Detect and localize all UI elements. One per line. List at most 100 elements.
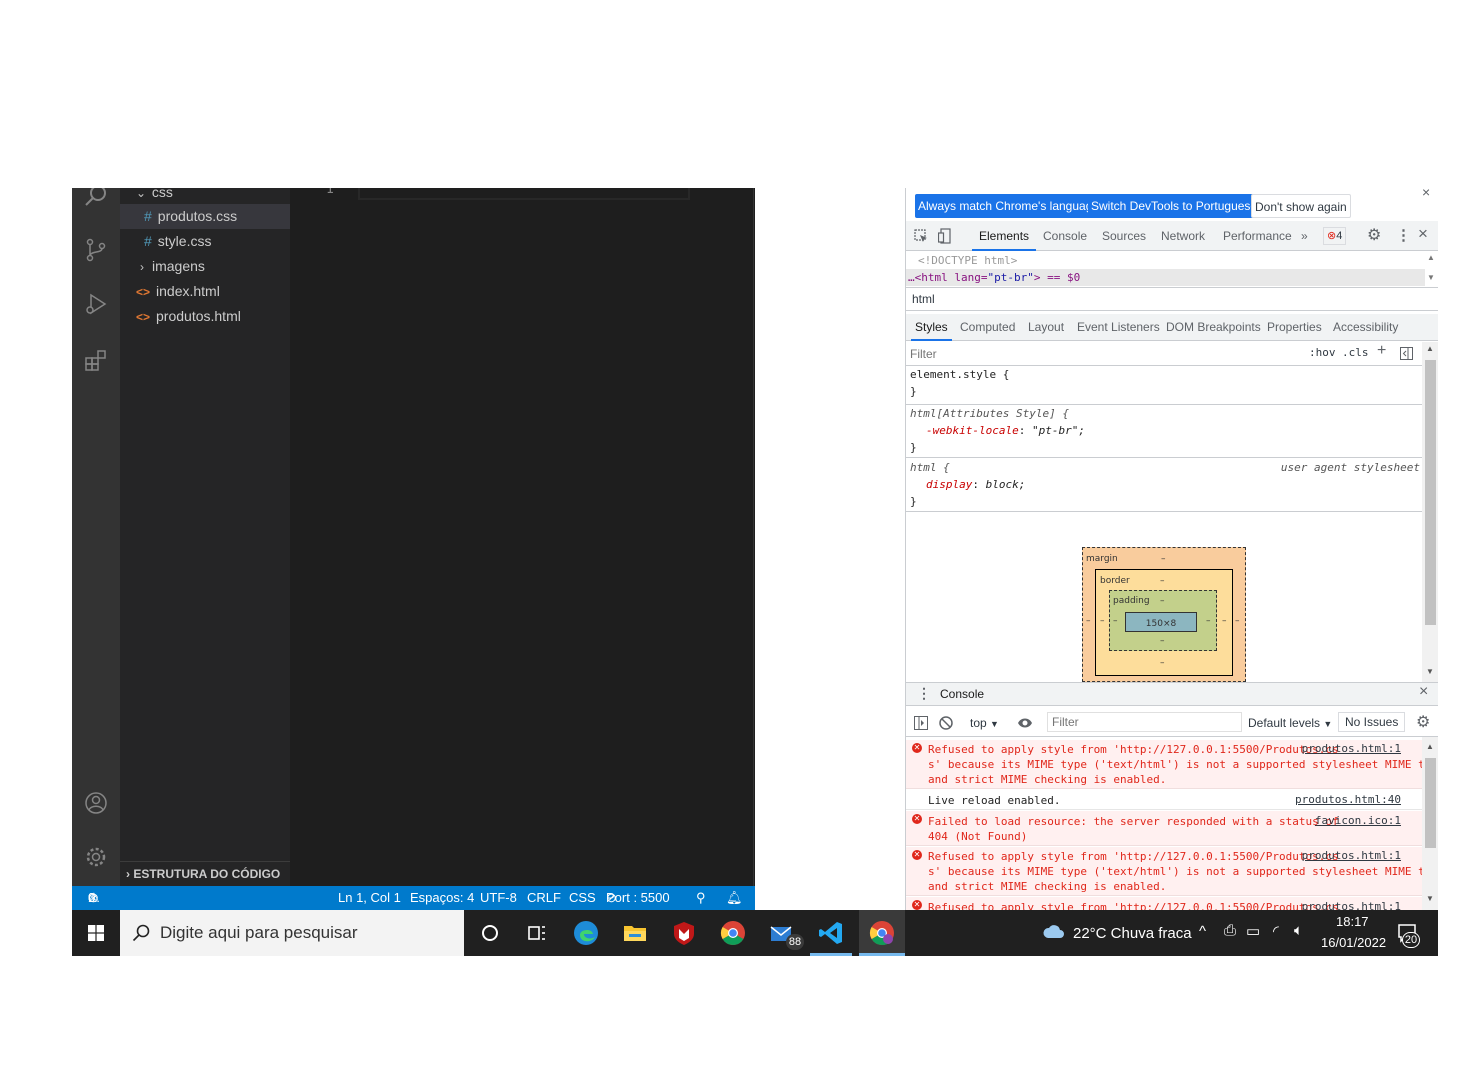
scroll-up-arrow-icon[interactable]: ▲ [1427,253,1435,262]
box-model-content[interactable]: 150×8 [1125,612,1197,632]
device-toolbar-icon[interactable] [938,228,952,244]
rule-attributes-style[interactable]: html[Attributes Style] { -webkit-locale:… [906,405,1422,458]
margin-top-value[interactable]: – [1161,554,1166,564]
css-value[interactable]: "pt-br"; [1032,424,1085,437]
language-mode[interactable]: CSS [569,886,596,910]
border-bottom-value[interactable]: – [1160,658,1165,668]
box-model-margin[interactable]: margin – – – border – – – – padding – – … [1082,547,1246,682]
dont-show-again-button[interactable]: Don't show again [1251,194,1351,218]
clear-console-icon[interactable] [939,716,953,730]
battery-icon[interactable]: ▭ [1246,922,1260,940]
log-levels-dropdown[interactable]: Default levels ▼ [1248,716,1332,730]
scroll-up-arrow-icon[interactable]: ▲ [1426,344,1434,353]
editor-scrollbar[interactable] [753,188,754,886]
console-scrollbar-thumb[interactable] [1425,758,1436,848]
tab-dom-breakpoints[interactable]: DOM Breakpoints [1166,314,1261,341]
folder-imagens[interactable]: › imagens [140,254,205,279]
box-model-padding[interactable]: padding – – – – 150×8 [1109,590,1217,651]
task-view-icon[interactable] [523,919,551,947]
breadcrumb[interactable]: html [906,287,1438,311]
doctype-node[interactable]: <!DOCTYPE html> [918,254,1017,267]
message-source-link[interactable]: produtos.html:40 [1295,793,1401,806]
drawer-menu-kebab-icon[interactable]: ⋮ [917,685,931,702]
clock-date[interactable]: 16/01/2022 [1321,935,1386,950]
box-model-border[interactable]: border – – – – padding – – – – 150×8 [1095,569,1233,676]
taskbar-search-box[interactable]: Digite aqui para pesquisar [120,910,464,956]
editor-area[interactable]: 1 [290,188,755,886]
padding-bottom-value[interactable]: – [1160,636,1165,646]
end-of-line[interactable]: CRLF [527,886,561,910]
tab-properties[interactable]: Properties [1267,314,1322,341]
border-left-value[interactable]: – [1100,616,1105,626]
edge-browser-icon[interactable] [572,919,600,947]
class-toggle[interactable]: .cls [1342,346,1369,359]
tab-elements[interactable]: Elements [972,221,1037,251]
source-control-icon[interactable] [84,238,108,262]
message-source-link[interactable]: produtos.html:1 [1302,900,1401,910]
tab-accessibility[interactable]: Accessibility [1333,314,1398,341]
chrome-browser-icon[interactable] [719,919,747,947]
mcafee-shield-icon[interactable] [670,919,698,947]
toggle-sidebar-icon[interactable] [1400,347,1413,360]
run-debug-icon[interactable] [84,292,108,316]
issues-button[interactable]: No Issues [1338,712,1406,732]
windows-start-icon[interactable] [88,925,104,941]
chrome-devtools-task[interactable] [859,910,905,956]
tab-sources[interactable]: Sources [1102,221,1146,251]
file-produtos-html[interactable]: <> produtos.html [136,304,241,329]
message-source-link[interactable]: favicon.ico:1 [1315,814,1401,827]
border-right-value[interactable]: – [1222,616,1227,626]
console-message-error[interactable]: ✕ Refused to apply style from 'http://12… [906,847,1438,896]
file-index-html[interactable]: <> index.html [136,279,220,304]
rule-html-user-agent[interactable]: html { user agent stylesheet display: bl… [906,459,1422,512]
console-message-log[interactable]: Live reload enabled. produtos.html:40 [906,790,1422,810]
clock-time[interactable]: 18:17 [1336,914,1369,929]
file-produtos-css[interactable]: # produtos.css [120,204,290,229]
console-message-error[interactable]: ✕ Failed to load resource: the server re… [906,811,1422,846]
message-source-link[interactable]: produtos.html:1 [1302,742,1401,755]
cursor-position[interactable]: Ln 1, Col 1 [338,886,401,910]
file-style-css[interactable]: # style.css [144,229,211,254]
error-count-badge[interactable]: ⊗4 [1323,227,1347,245]
show-hidden-icons-chevron-icon[interactable]: ^ [1199,923,1206,940]
switch-to-portuguese-button[interactable]: Switch DevTools to Portuguese [1088,194,1261,218]
volume-icon[interactable]: 🔈︎ [1294,922,1303,939]
console-settings-gear-icon[interactable]: ⚙ [1416,712,1430,732]
search-icon[interactable] [84,188,108,208]
show-sidebar-icon[interactable] [914,716,928,730]
accounts-icon[interactable] [84,791,108,815]
tab-console[interactable]: Console [1043,221,1087,251]
rule-element-style[interactable]: element.style { } [906,366,1422,405]
manage-gear-icon[interactable] [84,845,108,869]
feedback-icon[interactable]: ⚲ [696,886,706,910]
cortana-circle-icon[interactable] [476,919,504,947]
vscode-icon[interactable] [817,919,845,947]
new-rule-plus-icon[interactable]: + [1377,342,1386,360]
close-infobar-icon[interactable]: × [1422,188,1430,200]
encoding[interactable]: UTF-8 [480,886,517,910]
indentation[interactable]: Espaços: 4 [410,886,474,910]
styles-filter-input[interactable] [910,345,1210,363]
tab-layout[interactable]: Layout [1028,314,1064,341]
tab-network[interactable]: Network [1161,221,1205,251]
hover-state-toggle[interactable]: :hov [1309,346,1336,359]
scroll-up-arrow-icon[interactable]: ▲ [1426,742,1434,751]
css-value[interactable]: block; [986,478,1026,491]
console-filter-input[interactable] [1047,712,1242,732]
inspect-element-icon[interactable] [914,229,928,243]
notifications-bell-icon[interactable]: 🔔︎ [726,886,743,910]
scroll-down-arrow-icon[interactable]: ▼ [1427,273,1435,282]
outline-section-header[interactable]: › ESTRUTURA DO CÓDIGO [120,861,290,886]
meet-now-icon[interactable]: ⎙ [1224,922,1236,939]
settings-gear-icon[interactable]: ⚙ [1367,225,1381,245]
css-property[interactable]: -webkit-locale [926,424,1019,437]
styles-scrollbar-thumb[interactable] [1425,360,1436,625]
css-property[interactable]: display [926,478,972,491]
console-message-error[interactable]: ✕ Refused to apply style from 'http://12… [906,897,1422,910]
extensions-icon[interactable] [84,348,108,372]
close-drawer-icon[interactable]: × [1419,683,1428,701]
weather-text[interactable]: 22°C Chuva fraca [1073,925,1192,942]
tab-styles[interactable]: Styles [911,314,952,341]
live-expression-eye-icon[interactable] [1017,717,1033,729]
wifi-icon[interactable]: ◜ [1273,922,1279,940]
